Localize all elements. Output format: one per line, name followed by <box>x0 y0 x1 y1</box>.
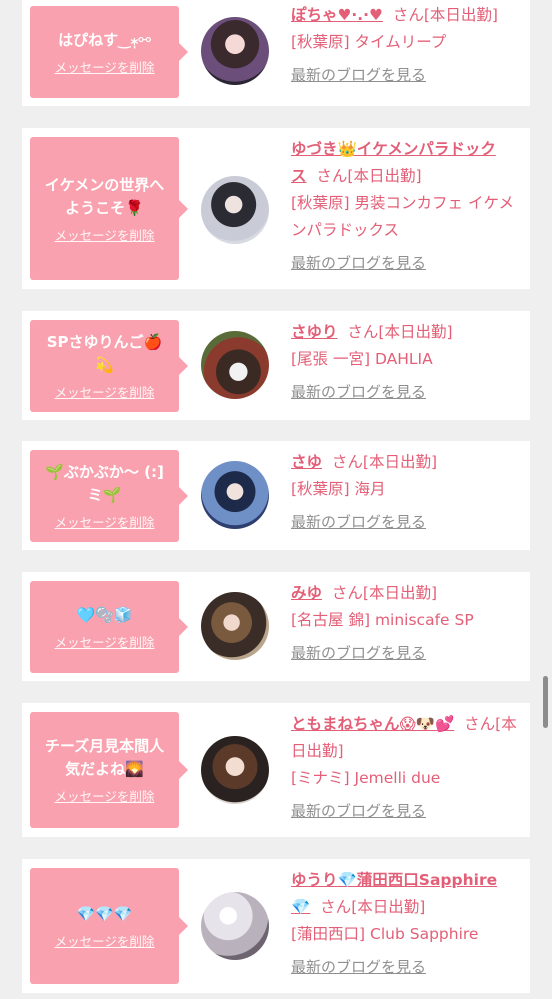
shop-name: [尾張 一宮] DAHLIA <box>291 350 433 368</box>
avatar[interactable] <box>201 17 269 85</box>
avatar[interactable] <box>201 461 269 529</box>
message-line: 🩵🫧🧊 <box>76 605 133 624</box>
work-status: [本日出勤] <box>347 167 422 185</box>
delete-message-link[interactable]: メッセージを削除 <box>55 225 155 244</box>
cast-info: ぽちゃ♥·.·♥ さん[本日出勤] [秋葉原] タイムリープ 最新のブログを見る <box>291 2 527 86</box>
avatar[interactable] <box>201 892 269 960</box>
latest-blog-link[interactable]: 最新のブログを見る <box>291 381 527 403</box>
shop-name: [秋葉原] 男装コンカフェ イケメンパラドックス <box>291 194 514 239</box>
cast-name-link[interactable]: ともまねちゃん😱🐶💕 <box>291 715 454 733</box>
work-status: [本日出勤] <box>362 584 437 602</box>
shop-name: [蒲田西口] Club Sapphire <box>291 925 479 943</box>
avatar[interactable] <box>201 331 269 399</box>
work-status: [本日出勤] <box>362 453 437 471</box>
delete-message-link[interactable]: メッセージを削除 <box>55 931 155 950</box>
message-bubble: チーズ月見本間人 気だよね🌄 メッセージを削除 <box>30 712 188 828</box>
cast-name-link[interactable]: さゆ <box>291 453 322 471</box>
message-line: SPさゆりんご🍎 <box>46 333 163 351</box>
scrollbar[interactable] <box>543 676 548 728</box>
honorific: さん <box>331 453 363 471</box>
message-line: 気だよね🌄 <box>65 760 144 778</box>
cast-name-link[interactable]: さゆり <box>291 323 338 341</box>
honorific: さん <box>347 323 379 341</box>
message-bubble: はぴねす‿⁎̩⚯ メッセージを削除 <box>30 6 188 98</box>
message-bubble: イケメンの世界へ ようこそ🌹 メッセージを削除 <box>30 137 188 280</box>
cast-info: ともまねちゃん😱🐶💕 さん[本日出勤] [ミナミ] Jemelli due 最新… <box>291 711 527 822</box>
message-line: 💫 <box>95 356 114 374</box>
honorific: さん <box>331 584 363 602</box>
message-line: 💎💎💎 <box>76 904 133 923</box>
message-line: ようこそ🌹 <box>65 198 144 217</box>
delete-message-link[interactable]: メッセージを削除 <box>55 786 155 805</box>
shop-name: [秋葉原] 海月 <box>291 480 386 498</box>
latest-blog-link[interactable]: 最新のブログを見る <box>291 64 527 86</box>
shop-name: [名古屋 錦] miniscafe SP <box>291 611 474 629</box>
cast-info: ゆづき👑イケメンパラドックス さん[本日出勤] [秋葉原] 男装コンカフェ イケ… <box>291 136 527 274</box>
honorific: さん <box>320 898 352 916</box>
list-item: イケメンの世界へ ようこそ🌹 メッセージを削除 ゆづき👑イケメンパラドックス さ… <box>22 128 530 289</box>
honorific: さん <box>392 6 424 24</box>
avatar[interactable] <box>201 176 269 244</box>
message-bubble: 🌱ぶかぶか〜 (:] ミ🌱 メッセージを削除 <box>30 450 188 542</box>
message-line: はぴねす‿⁎̩⚯ <box>58 30 151 49</box>
message-line: 🌱ぶかぶか〜 (:] <box>45 463 164 481</box>
message-line: イケメンの世界へ <box>44 175 165 194</box>
avatar[interactable] <box>201 592 269 660</box>
delete-message-link[interactable]: メッセージを削除 <box>55 57 155 76</box>
work-status: [本日出勤] <box>423 6 498 24</box>
list-item: 💎💎💎 メッセージを削除 ゆうり💎蒲田西口Sapphire💎 さん[本日出勤] … <box>22 859 530 993</box>
message-line: ミ🌱 <box>87 486 122 504</box>
list-item: SPさゆりんご🍎 💫 メッセージを削除 さゆり さん[本日出勤] [尾張 一宮]… <box>22 311 530 420</box>
message-bubble: SPさゆりんご🍎 💫 メッセージを削除 <box>30 320 188 412</box>
latest-blog-link[interactable]: 最新のブログを見る <box>291 252 527 274</box>
cast-info: さゆ さん[本日出勤] [秋葉原] 海月 最新のブログを見る <box>291 449 527 533</box>
latest-blog-link[interactable]: 最新のブログを見る <box>291 956 527 978</box>
latest-blog-link[interactable]: 最新のブログを見る <box>291 642 527 664</box>
work-status: [本日出勤] <box>351 898 426 916</box>
shop-name: [ミナミ] Jemelli due <box>291 769 441 787</box>
honorific: さん <box>464 715 496 733</box>
latest-blog-link[interactable]: 最新のブログを見る <box>291 800 527 822</box>
cast-info: みゆ さん[本日出勤] [名古屋 錦] miniscafe SP 最新のブログを… <box>291 580 527 664</box>
list-item: はぴねす‿⁎̩⚯ メッセージを削除 ぽちゃ♥·.·♥ さん[本日出勤] [秋葉原… <box>22 0 530 106</box>
message-line: チーズ月見本間人 <box>44 737 165 755</box>
delete-message-link[interactable]: メッセージを削除 <box>55 632 155 651</box>
delete-message-link[interactable]: メッセージを削除 <box>55 512 155 531</box>
shop-name: [秋葉原] タイムリープ <box>291 33 447 51</box>
latest-blog-link[interactable]: 最新のブログを見る <box>291 511 527 533</box>
cast-info: さゆり さん[本日出勤] [尾張 一宮] DAHLIA 最新のブログを見る <box>291 319 527 403</box>
cast-name-link[interactable]: ぽちゃ♥·.·♥ <box>291 6 383 24</box>
delete-message-link[interactable]: メッセージを削除 <box>55 382 155 401</box>
work-status: [本日出勤] <box>378 323 453 341</box>
message-bubble: 💎💎💎 メッセージを削除 <box>30 868 188 984</box>
message-bubble: 🩵🫧🧊 メッセージを削除 <box>30 581 188 673</box>
list-item: チーズ月見本間人 気だよね🌄 メッセージを削除 ともまねちゃん😱🐶💕 さん[本日… <box>22 703 530 837</box>
honorific: さん <box>316 167 348 185</box>
list-item: 🩵🫧🧊 メッセージを削除 みゆ さん[本日出勤] [名古屋 錦] minisca… <box>22 572 530 681</box>
cast-info: ゆうり💎蒲田西口Sapphire💎 さん[本日出勤] [蒲田西口] Club S… <box>291 867 527 978</box>
list-item: 🌱ぶかぶか〜 (:] ミ🌱 メッセージを削除 さゆ さん[本日出勤] [秋葉原]… <box>22 441 530 550</box>
cast-name-link[interactable]: みゆ <box>291 584 322 602</box>
avatar[interactable] <box>201 736 269 804</box>
